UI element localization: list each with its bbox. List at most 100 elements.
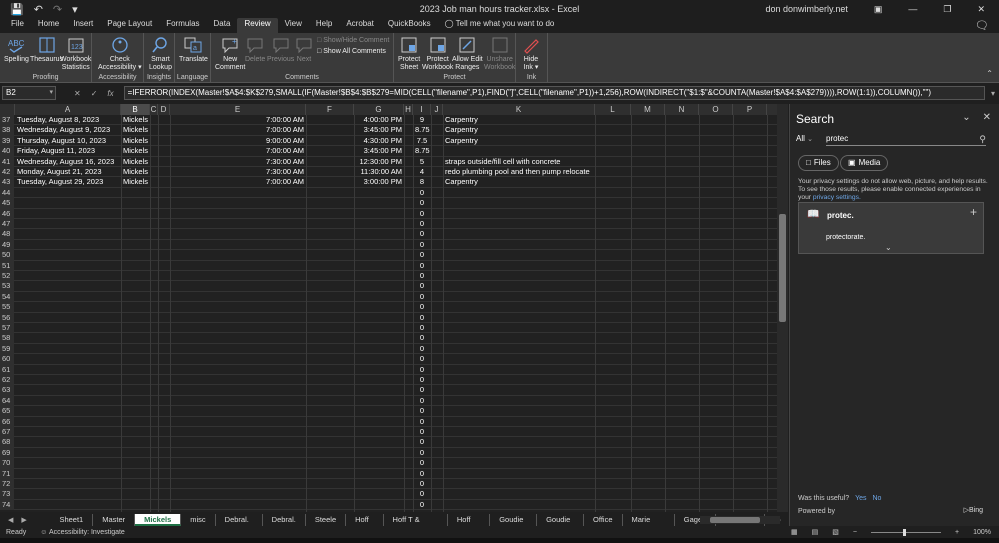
sheet-tab[interactable]: Goudie A — [537, 514, 585, 536]
row-header[interactable]: 43 — [0, 177, 14, 188]
cancel-icon[interactable]: ✕ — [74, 89, 81, 98]
cell-i[interactable]: 0 — [413, 385, 431, 395]
cell-k[interactable]: straps outside/fill cell with concrete — [443, 157, 595, 167]
column-header-o[interactable]: O — [699, 104, 733, 115]
cell-e[interactable]: 7:00:00 AM — [170, 177, 306, 187]
cell-a[interactable]: Wednesday, August 16, 2023 — [15, 157, 121, 167]
sheet-tab[interactable]: Sheet1 — [50, 514, 94, 526]
formula-input[interactable]: =IFERROR(INDEX(Master!$A$4:$K$279,SMALL(… — [123, 86, 985, 100]
cell-b[interactable]: Mickels — [121, 136, 150, 146]
sheet-tab[interactable]: Hoff ian — [448, 514, 491, 536]
cell-k[interactable]: Carpentry — [443, 136, 595, 146]
column-header-j[interactable]: J — [431, 104, 443, 115]
cell-i[interactable]: 0 — [413, 489, 431, 499]
cell-b[interactable]: Mickels — [121, 146, 150, 156]
sheet-tab[interactable]: Debral. A — [216, 514, 263, 536]
row-header[interactable]: 68 — [0, 437, 14, 448]
add-icon[interactable]: + — [970, 205, 977, 219]
tab-data[interactable]: Data — [207, 18, 238, 33]
cell-g[interactable]: 3:45:00 PM — [354, 146, 404, 156]
cell-g[interactable]: 11:30:00 AM — [354, 167, 404, 177]
column-header-n[interactable]: N — [665, 104, 699, 115]
files-filter-button[interactable]: □ Files — [798, 155, 839, 171]
show-hide-comment-button[interactable]: □ Show/Hide Comment — [317, 37, 389, 44]
cell-b[interactable]: Mickels — [121, 177, 150, 187]
cell-a[interactable]: Tuesday, August 29, 2023 — [15, 177, 121, 187]
insert-function-icon[interactable]: fx — [107, 89, 113, 98]
close-icon[interactable]: ✕ — [977, 4, 985, 15]
cell-i[interactable]: 0 — [413, 396, 431, 406]
row-header[interactable]: 48 — [0, 229, 14, 240]
thesaurus-button[interactable]: Thesaurus — [30, 36, 63, 64]
scroll-tabs-right-icon[interactable]: ▶ — [21, 516, 26, 524]
cell-e[interactable]: 9:00:00 AM — [170, 136, 306, 146]
column-header-d[interactable]: D — [158, 104, 170, 115]
vertical-scrollbar[interactable] — [777, 104, 788, 512]
allow-edit-ranges-button[interactable]: Allow Edit Ranges — [452, 36, 483, 72]
cell-i[interactable]: 7.5 — [413, 136, 431, 146]
sheet-tab[interactable]: Hoff A — [346, 514, 384, 536]
column-header-k[interactable]: K — [443, 104, 595, 115]
check-accessibility-button[interactable]: Check Accessibility ▾ — [98, 36, 142, 72]
worksheet-grid[interactable]: ABCDEFGHIJKLMNOP 37 Tuesday, August 8, 20… — [0, 104, 788, 512]
collapse-ribbon-icon[interactable]: ⌃ — [986, 69, 993, 78]
media-filter-button[interactable]: ▣ Media — [840, 155, 889, 171]
row-header[interactable]: 59 — [0, 343, 14, 355]
cell-b[interactable]: Mickels — [121, 115, 150, 125]
cell-i[interactable]: 8 — [413, 177, 431, 187]
column-header-a[interactable]: A — [15, 104, 121, 115]
cell-g[interactable]: 4:00:00 PM — [354, 115, 404, 125]
row-header[interactable]: 42 — [0, 167, 14, 178]
row-header[interactable]: 40 — [0, 146, 14, 157]
cell-i[interactable]: 0 — [413, 417, 431, 427]
row-header[interactable]: 53 — [0, 281, 14, 292]
scroll-tabs-left-icon[interactable]: ◀ — [8, 516, 13, 524]
sheet-tab[interactable]: Goudie T — [490, 514, 538, 536]
row-header[interactable]: 39 — [0, 135, 14, 147]
cell-g[interactable]: 3:00:00 PM — [354, 177, 404, 187]
cell-i[interactable]: 0 — [413, 302, 431, 312]
row-header[interactable]: 45 — [0, 198, 14, 209]
cell-i[interactable]: 0 — [413, 406, 431, 416]
column-header-h[interactable]: H — [404, 104, 413, 115]
cell-i[interactable]: 0 — [413, 469, 431, 479]
cell-i[interactable]: 0 — [413, 479, 431, 489]
enter-icon[interactable]: ✓ — [91, 89, 98, 98]
cell-i[interactable]: 0 — [413, 333, 431, 343]
tab-acrobat[interactable]: Acrobat — [339, 18, 381, 33]
cell-i[interactable]: 0 — [413, 281, 431, 291]
user-account[interactable]: don donwimberly.net — [765, 4, 847, 14]
row-header[interactable]: 57 — [0, 323, 14, 334]
row-header[interactable]: 66 — [0, 416, 14, 427]
smart-lookup-button[interactable]: Smart Lookup — [149, 36, 172, 72]
tab-insert[interactable]: Insert — [66, 18, 100, 33]
page-break-view-icon[interactable]: ▧ — [832, 528, 839, 536]
sheet-tab[interactable]: Debral. — [263, 514, 306, 526]
search-icon[interactable]: ⚲ — [979, 132, 986, 146]
next-comment-button[interactable]: Next — [295, 36, 313, 64]
row-header[interactable]: 63 — [0, 385, 14, 396]
previous-comment-button[interactable]: Previous — [267, 36, 294, 64]
row-header[interactable]: 74 — [0, 499, 14, 511]
pane-options-icon[interactable]: ⌄ — [962, 112, 970, 123]
row-header[interactable]: 65 — [0, 406, 14, 417]
feedback-yes-link[interactable]: Yes — [855, 495, 866, 502]
cell-i[interactable]: 0 — [413, 188, 431, 198]
search-result-card[interactable]: 📖 protec. + protectorate. ⌄ — [798, 202, 984, 254]
horizontal-scrollbar[interactable] — [700, 516, 780, 524]
tab-help[interactable]: Help — [309, 18, 339, 33]
column-header-c[interactable]: C — [150, 104, 158, 115]
zoom-level[interactable]: 100% — [973, 529, 991, 536]
privacy-settings-link[interactable]: privacy settings. — [813, 194, 861, 201]
restore-icon[interactable]: ❐ — [943, 4, 951, 15]
row-header[interactable]: 54 — [0, 291, 14, 303]
minimize-icon[interactable]: — — [908, 4, 917, 14]
sheet-tab[interactable]: Hoff T & others — [384, 514, 448, 536]
sheet-tab[interactable]: Office — [584, 514, 623, 526]
column-header-p[interactable]: P — [733, 104, 767, 115]
column-header-m[interactable]: M — [631, 104, 665, 115]
row-header[interactable]: 44 — [0, 187, 14, 199]
row-header[interactable]: 64 — [0, 395, 14, 407]
sheet-tab[interactable]: Mickels — [135, 514, 182, 526]
cell-i[interactable]: 0 — [413, 458, 431, 468]
